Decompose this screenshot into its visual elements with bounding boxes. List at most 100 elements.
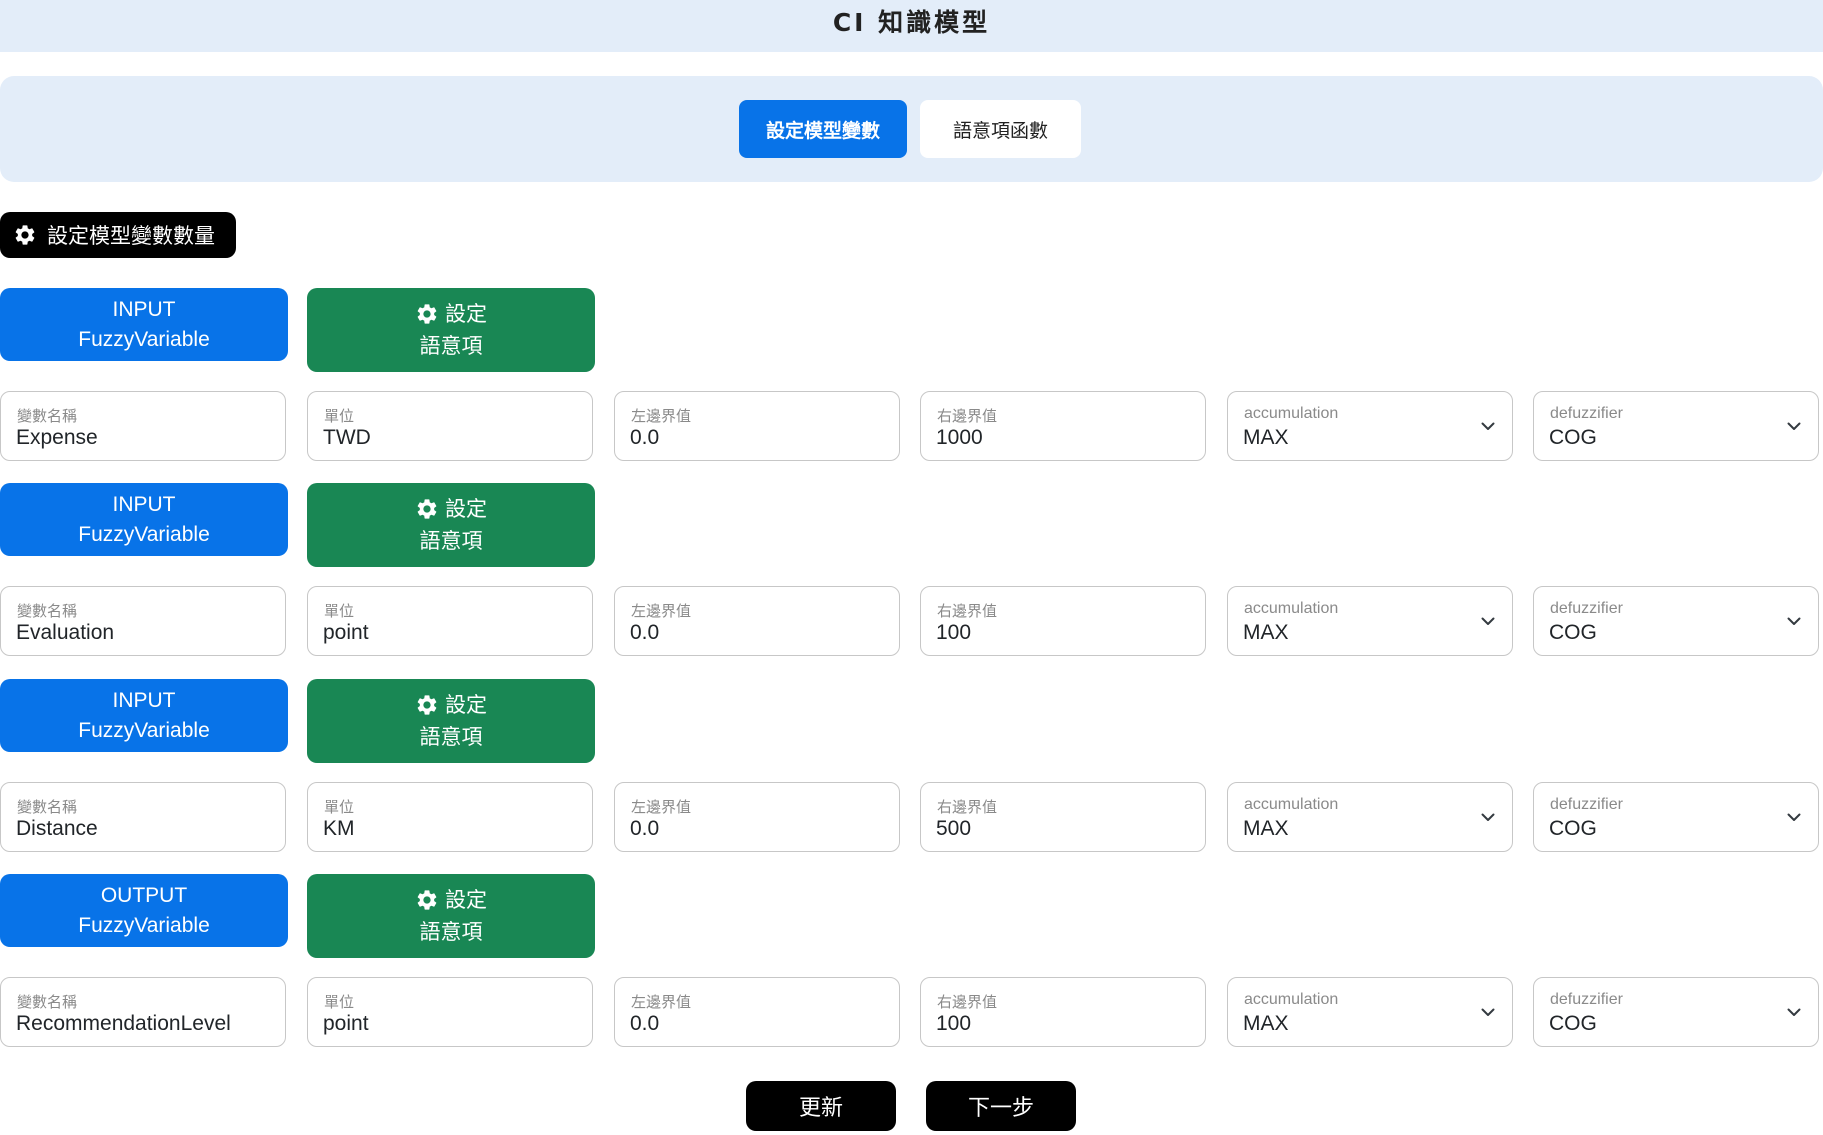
variable-type-button[interactable]: INPUT FuzzyVariable — [0, 483, 288, 556]
defuzzifier-select[interactable]: defuzzifier COG — [1533, 391, 1819, 461]
field-value: TWD — [323, 426, 371, 449]
chevron-down-icon — [1480, 1004, 1496, 1020]
variable-name-field[interactable]: 變數名稱 Evaluation — [0, 586, 286, 656]
field-label: 左邊界值 — [631, 993, 692, 1011]
unit-field[interactable]: 單位 point — [307, 977, 593, 1047]
left-bound-field[interactable]: 左邊界值 0.0 — [614, 782, 900, 852]
field-label: 單位 — [324, 407, 355, 425]
field-label: 右邊界值 — [937, 993, 998, 1011]
chevron-down-icon — [1480, 418, 1496, 434]
field-value: 0.0 — [630, 621, 660, 644]
field-label: 單位 — [324, 798, 355, 816]
term-button-label-2: 語意項 — [419, 725, 483, 749]
field-label: defuzzifier — [1550, 796, 1623, 813]
field-label: 右邊界值 — [937, 407, 998, 425]
app-header: CI 知識模型 — [0, 0, 1823, 52]
term-button-label-2: 語意項 — [419, 920, 483, 944]
field-value: 100 — [936, 621, 972, 644]
defuzzifier-select[interactable]: defuzzifier COG — [1533, 782, 1819, 852]
accumulation-select[interactable]: accumulation MAX — [1227, 782, 1513, 852]
accumulation-select[interactable]: accumulation MAX — [1227, 391, 1513, 461]
term-button-line1: 設定 — [415, 689, 487, 721]
set-linguistic-terms-button[interactable]: 設定語意項 — [307, 874, 595, 958]
next-step-button[interactable]: 下一步 — [926, 1081, 1076, 1131]
term-button-label-1: 設定 — [445, 888, 487, 912]
set-linguistic-terms-button[interactable]: 設定語意項 — [307, 679, 595, 763]
field-value: RecommendationLevel — [16, 1012, 231, 1035]
field-value: Expense — [16, 426, 98, 449]
gear-icon — [415, 693, 439, 717]
variable-type-label: FuzzyVariable — [78, 522, 210, 546]
variable-type-button[interactable]: INPUT FuzzyVariable — [0, 288, 288, 361]
variable-type-button[interactable]: OUTPUT FuzzyVariable — [0, 874, 288, 947]
variable-io-label: OUTPUT — [100, 883, 188, 907]
field-value: MAX — [1243, 426, 1289, 449]
field-value: 0.0 — [630, 426, 660, 449]
gear-icon — [415, 888, 439, 912]
field-value: KM — [323, 817, 355, 840]
field-value: Evaluation — [16, 621, 115, 644]
field-value: COG — [1549, 426, 1597, 449]
left-bound-field[interactable]: 左邊界值 0.0 — [614, 391, 900, 461]
accumulation-select[interactable]: accumulation MAX — [1227, 977, 1513, 1047]
term-button-line1: 設定 — [415, 493, 487, 525]
term-button-label-1: 設定 — [445, 693, 487, 717]
field-label: 變數名稱 — [17, 407, 78, 425]
set-variable-count-button[interactable]: 設定模型變數數量 — [0, 212, 236, 258]
variable-name-field[interactable]: 變數名稱 Distance — [0, 782, 286, 852]
left-bound-field[interactable]: 左邊界值 0.0 — [614, 977, 900, 1047]
variable-type-button[interactable]: INPUT FuzzyVariable — [0, 679, 288, 752]
defuzzifier-select[interactable]: defuzzifier COG — [1533, 977, 1819, 1047]
field-label: 左邊界值 — [631, 602, 692, 620]
right-bound-field[interactable]: 右邊界值 500 — [920, 782, 1206, 852]
gear-icon — [415, 497, 439, 521]
term-button-label-2: 語意項 — [419, 529, 483, 553]
field-value: MAX — [1243, 621, 1289, 644]
field-value: COG — [1549, 817, 1597, 840]
variable-io-label: INPUT — [112, 688, 176, 712]
field-value: 500 — [936, 817, 972, 840]
field-value: COG — [1549, 621, 1597, 644]
defuzzifier-select[interactable]: defuzzifier COG — [1533, 586, 1819, 656]
unit-field[interactable]: 單位 KM — [307, 782, 593, 852]
field-label: 變數名稱 — [17, 798, 78, 816]
field-label: 變數名稱 — [17, 993, 78, 1011]
set-variable-count-label: 設定模型變數數量 — [47, 224, 215, 248]
field-label: 單位 — [324, 993, 355, 1011]
accumulation-select[interactable]: accumulation MAX — [1227, 586, 1513, 656]
field-value: MAX — [1243, 817, 1289, 840]
right-bound-field[interactable]: 右邊界值 1000 — [920, 391, 1206, 461]
field-label: 右邊界值 — [937, 602, 998, 620]
field-value: 1000 — [936, 426, 983, 449]
variable-name-field[interactable]: 變數名稱 Expense — [0, 391, 286, 461]
right-bound-field[interactable]: 右邊界值 100 — [920, 977, 1206, 1047]
tab-linguistic-term-functions[interactable]: 語意項函數 — [920, 100, 1081, 158]
unit-field[interactable]: 單位 TWD — [307, 391, 593, 461]
update-button[interactable]: 更新 — [746, 1081, 896, 1131]
variable-name-field[interactable]: 變數名稱 RecommendationLevel — [0, 977, 286, 1047]
field-value: Distance — [16, 817, 98, 840]
field-label: accumulation — [1244, 991, 1339, 1008]
tab-panel: 設定模型變數 語意項函數 — [0, 76, 1823, 182]
term-button-label-1: 設定 — [445, 302, 487, 326]
right-bound-field[interactable]: 右邊界值 100 — [920, 586, 1206, 656]
variable-type-label: FuzzyVariable — [78, 718, 210, 742]
tab-set-model-variables[interactable]: 設定模型變數 — [739, 100, 907, 158]
set-linguistic-terms-button[interactable]: 設定 語意項 — [307, 483, 595, 567]
variable-io-label: INPUT — [112, 492, 176, 516]
field-label: 右邊界值 — [937, 798, 998, 816]
field-label: 變數名稱 — [17, 602, 78, 620]
unit-field[interactable]: 單位 point — [307, 586, 593, 656]
variable-type-label: FuzzyVariable — [78, 913, 210, 937]
chevron-down-icon — [1786, 613, 1802, 629]
gear-icon — [415, 302, 439, 326]
field-label: 左邊界值 — [631, 407, 692, 425]
field-value: point — [323, 1012, 369, 1035]
left-bound-field[interactable]: 左邊界值 0.0 — [614, 586, 900, 656]
chevron-down-icon — [1480, 809, 1496, 825]
variable-type-label: FuzzyVariable — [78, 327, 210, 351]
field-label: 左邊界值 — [631, 798, 692, 816]
field-value: 0.0 — [630, 1012, 660, 1035]
set-linguistic-terms-button[interactable]: 設定 語意項 — [307, 288, 595, 372]
field-value: COG — [1549, 1012, 1597, 1035]
